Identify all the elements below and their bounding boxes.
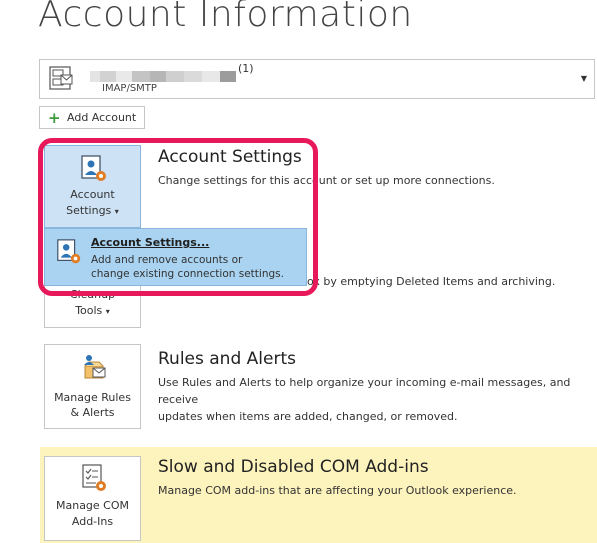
account-settings-description: Change settings for this account or set …: [158, 174, 495, 187]
add-account-button[interactable]: + Add Account: [39, 106, 145, 129]
rules-alerts-description-line2: updates when items are added, changed, o…: [158, 410, 458, 423]
mailbox-icon: [49, 66, 73, 90]
account-selector-dropdown[interactable]: (1) IMAP/SMTP ▼: [39, 59, 595, 99]
manage-com-label-line2: Add-Ins: [71, 515, 114, 528]
manage-com-label-line1: Manage COM: [55, 499, 130, 512]
account-settings-icon: [57, 239, 81, 264]
account-settings-menu-item[interactable]: Account Settings... Add and remove accou…: [44, 228, 307, 286]
manage-com-addins-button[interactable]: Manage COM Add-Ins: [44, 456, 141, 541]
rules-alerts-icon: [84, 355, 106, 379]
rules-alerts-description: Use Rules and Alerts to help organize yo…: [158, 374, 597, 425]
rules-alerts-description-line1: Use Rules and Alerts to help organize yo…: [158, 376, 571, 406]
manage-rules-label-line2: & Alerts: [70, 406, 115, 419]
account-type: IMAP/SMTP: [102, 83, 157, 94]
menu-item-description-line2: change existing connection settings.: [91, 268, 284, 280]
add-account-label: Add Account: [67, 111, 137, 124]
account-settings-icon: [81, 155, 106, 181]
chevron-down-icon: ▾: [105, 307, 110, 316]
account-settings-title: Account Settings: [158, 147, 302, 167]
manage-rules-alerts-button[interactable]: Manage Rules & Alerts: [44, 344, 141, 429]
account-count: (1): [238, 62, 254, 75]
rules-alerts-title: Rules and Alerts: [158, 349, 296, 369]
manage-rules-label-line1: Manage Rules: [54, 391, 131, 404]
cleanup-tools-label-line1: Cleanup: [69, 288, 116, 301]
menu-item-title: Account Settings...: [91, 236, 210, 249]
account-settings-button[interactable]: Account Settings ▾: [44, 145, 141, 228]
chevron-down-icon: ▾: [114, 207, 119, 216]
cleanup-tools-description: ox by emptying Deleted Items and archivi…: [307, 275, 556, 288]
com-addins-title: Slow and Disabled COM Add-ins: [158, 457, 429, 477]
com-addins-description: Manage COM add-ins that are affecting yo…: [158, 484, 517, 497]
account-settings-label-line1: Account: [70, 188, 115, 201]
com-addins-icon: [82, 464, 106, 491]
account-name-redacted: [90, 66, 236, 82]
account-settings-label-line2: Settings ▾: [66, 204, 119, 217]
page-title: Account Information: [38, 0, 413, 35]
menu-item-description-line1: Add and remove accounts or: [91, 254, 243, 266]
menu-item-description: Add and remove accounts or change existi…: [91, 253, 306, 281]
chevron-down-icon: ▼: [580, 74, 587, 83]
plus-icon: +: [48, 109, 61, 127]
cleanup-tools-label-line2: Tools ▾: [75, 304, 110, 317]
